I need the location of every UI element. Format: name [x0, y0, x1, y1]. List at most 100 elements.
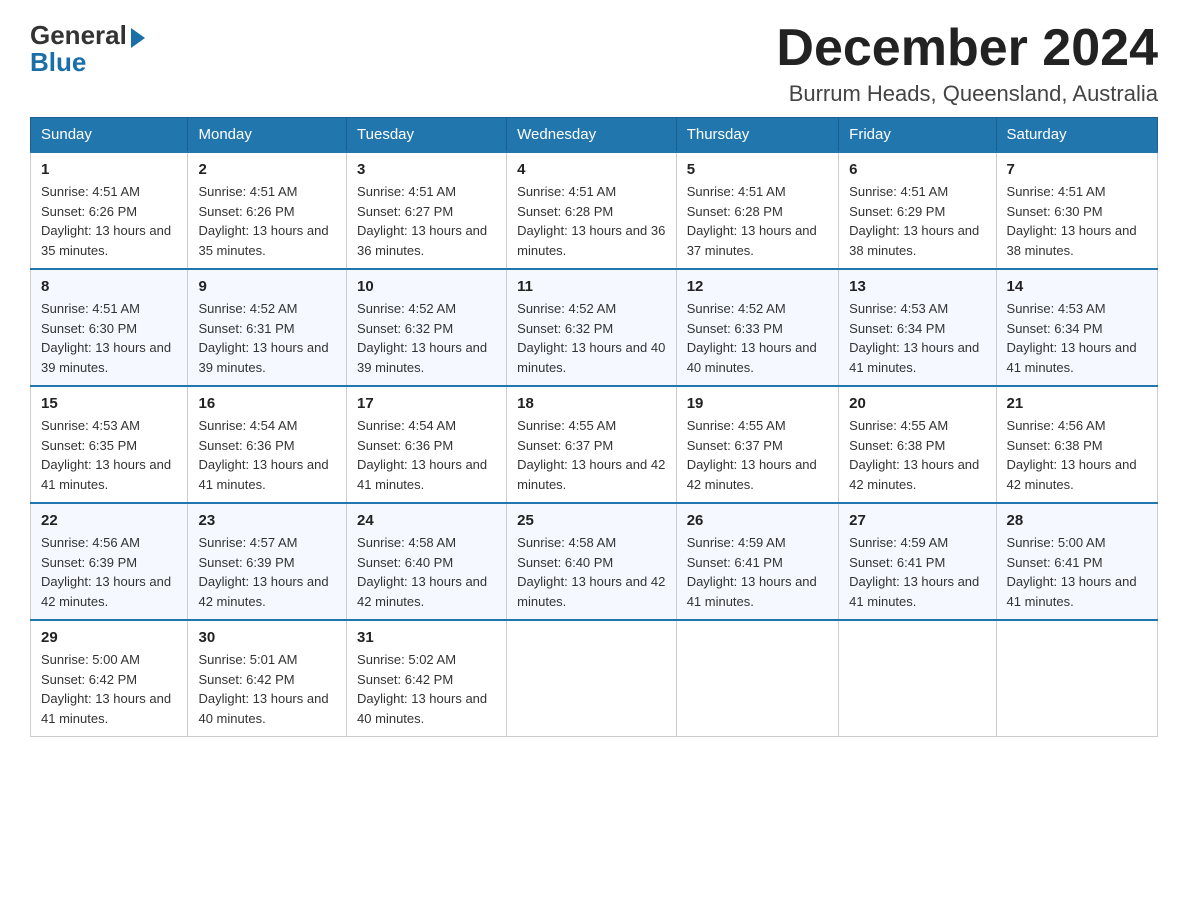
calendar-cell: 7 Sunrise: 4:51 AMSunset: 6:30 PMDayligh…: [996, 152, 1157, 269]
day-number: 2: [198, 161, 336, 178]
header-thursday: Thursday: [676, 118, 838, 153]
day-number: 29: [41, 629, 177, 646]
calendar-cell: 12 Sunrise: 4:52 AMSunset: 6:33 PMDaylig…: [676, 269, 838, 386]
calendar-cell: 9 Sunrise: 4:52 AMSunset: 6:31 PMDayligh…: [188, 269, 347, 386]
day-info: Sunrise: 4:51 AMSunset: 6:30 PMDaylight:…: [1007, 182, 1147, 260]
day-number: 17: [357, 395, 496, 412]
day-number: 16: [198, 395, 336, 412]
header-tuesday: Tuesday: [347, 118, 507, 153]
day-info: Sunrise: 4:58 AMSunset: 6:40 PMDaylight:…: [357, 533, 496, 611]
calendar-cell: 21 Sunrise: 4:56 AMSunset: 6:38 PMDaylig…: [996, 386, 1157, 503]
day-info: Sunrise: 4:57 AMSunset: 6:39 PMDaylight:…: [198, 533, 336, 611]
calendar-cell: 1 Sunrise: 4:51 AMSunset: 6:26 PMDayligh…: [31, 152, 188, 269]
day-number: 14: [1007, 278, 1147, 295]
day-number: 15: [41, 395, 177, 412]
day-number: 13: [849, 278, 985, 295]
header-friday: Friday: [839, 118, 996, 153]
calendar-cell: 10 Sunrise: 4:52 AMSunset: 6:32 PMDaylig…: [347, 269, 507, 386]
day-number: 28: [1007, 512, 1147, 529]
calendar-cell: 17 Sunrise: 4:54 AMSunset: 6:36 PMDaylig…: [347, 386, 507, 503]
calendar-cell: 19 Sunrise: 4:55 AMSunset: 6:37 PMDaylig…: [676, 386, 838, 503]
day-number: 8: [41, 278, 177, 295]
day-number: 23: [198, 512, 336, 529]
calendar-cell: 27 Sunrise: 4:59 AMSunset: 6:41 PMDaylig…: [839, 503, 996, 620]
calendar-cell: 28 Sunrise: 5:00 AMSunset: 6:41 PMDaylig…: [996, 503, 1157, 620]
day-number: 3: [357, 161, 496, 178]
calendar-table: Sunday Monday Tuesday Wednesday Thursday…: [30, 117, 1158, 737]
day-number: 5: [687, 161, 828, 178]
calendar-cell: 23 Sunrise: 4:57 AMSunset: 6:39 PMDaylig…: [188, 503, 347, 620]
calendar-subtitle: Burrum Heads, Queensland, Australia: [776, 81, 1158, 107]
day-info: Sunrise: 4:59 AMSunset: 6:41 PMDaylight:…: [849, 533, 985, 611]
day-info: Sunrise: 5:02 AMSunset: 6:42 PMDaylight:…: [357, 650, 496, 728]
calendar-week-row: 22 Sunrise: 4:56 AMSunset: 6:39 PMDaylig…: [31, 503, 1158, 620]
calendar-week-row: 1 Sunrise: 4:51 AMSunset: 6:26 PMDayligh…: [31, 152, 1158, 269]
day-info: Sunrise: 4:54 AMSunset: 6:36 PMDaylight:…: [198, 416, 336, 494]
logo-arrow-icon: [131, 28, 145, 48]
day-number: 20: [849, 395, 985, 412]
day-number: 10: [357, 278, 496, 295]
day-number: 11: [517, 278, 666, 295]
day-info: Sunrise: 4:52 AMSunset: 6:33 PMDaylight:…: [687, 299, 828, 377]
calendar-cell: 24 Sunrise: 4:58 AMSunset: 6:40 PMDaylig…: [347, 503, 507, 620]
calendar-title: December 2024: [776, 20, 1158, 77]
calendar-cell: 13 Sunrise: 4:53 AMSunset: 6:34 PMDaylig…: [839, 269, 996, 386]
calendar-cell: [676, 620, 838, 737]
calendar-cell: [996, 620, 1157, 737]
calendar-week-row: 29 Sunrise: 5:00 AMSunset: 6:42 PMDaylig…: [31, 620, 1158, 737]
day-number: 21: [1007, 395, 1147, 412]
header-wednesday: Wednesday: [507, 118, 677, 153]
day-number: 12: [687, 278, 828, 295]
day-number: 7: [1007, 161, 1147, 178]
day-info: Sunrise: 4:56 AMSunset: 6:38 PMDaylight:…: [1007, 416, 1147, 494]
day-info: Sunrise: 4:51 AMSunset: 6:28 PMDaylight:…: [517, 182, 666, 260]
day-info: Sunrise: 4:55 AMSunset: 6:37 PMDaylight:…: [517, 416, 666, 494]
calendar-cell: 5 Sunrise: 4:51 AMSunset: 6:28 PMDayligh…: [676, 152, 838, 269]
calendar-cell: 20 Sunrise: 4:55 AMSunset: 6:38 PMDaylig…: [839, 386, 996, 503]
calendar-cell: 22 Sunrise: 4:56 AMSunset: 6:39 PMDaylig…: [31, 503, 188, 620]
title-block: December 2024 Burrum Heads, Queensland, …: [776, 20, 1158, 107]
calendar-cell: 18 Sunrise: 4:55 AMSunset: 6:37 PMDaylig…: [507, 386, 677, 503]
calendar-cell: 29 Sunrise: 5:00 AMSunset: 6:42 PMDaylig…: [31, 620, 188, 737]
day-info: Sunrise: 4:51 AMSunset: 6:29 PMDaylight:…: [849, 182, 985, 260]
calendar-cell: 31 Sunrise: 5:02 AMSunset: 6:42 PMDaylig…: [347, 620, 507, 737]
day-info: Sunrise: 4:52 AMSunset: 6:32 PMDaylight:…: [357, 299, 496, 377]
day-info: Sunrise: 5:00 AMSunset: 6:41 PMDaylight:…: [1007, 533, 1147, 611]
calendar-week-row: 8 Sunrise: 4:51 AMSunset: 6:30 PMDayligh…: [31, 269, 1158, 386]
day-number: 18: [517, 395, 666, 412]
day-info: Sunrise: 4:55 AMSunset: 6:38 PMDaylight:…: [849, 416, 985, 494]
day-info: Sunrise: 4:55 AMSunset: 6:37 PMDaylight:…: [687, 416, 828, 494]
day-number: 9: [198, 278, 336, 295]
day-info: Sunrise: 4:53 AMSunset: 6:34 PMDaylight:…: [1007, 299, 1147, 377]
header-monday: Monday: [188, 118, 347, 153]
calendar-cell: 30 Sunrise: 5:01 AMSunset: 6:42 PMDaylig…: [188, 620, 347, 737]
day-info: Sunrise: 5:01 AMSunset: 6:42 PMDaylight:…: [198, 650, 336, 728]
day-number: 22: [41, 512, 177, 529]
day-info: Sunrise: 4:56 AMSunset: 6:39 PMDaylight:…: [41, 533, 177, 611]
day-info: Sunrise: 4:53 AMSunset: 6:34 PMDaylight:…: [849, 299, 985, 377]
day-info: Sunrise: 4:51 AMSunset: 6:28 PMDaylight:…: [687, 182, 828, 260]
logo: General Blue: [30, 20, 145, 78]
day-number: 27: [849, 512, 985, 529]
day-number: 19: [687, 395, 828, 412]
calendar-cell: [839, 620, 996, 737]
day-number: 6: [849, 161, 985, 178]
calendar-cell: 15 Sunrise: 4:53 AMSunset: 6:35 PMDaylig…: [31, 386, 188, 503]
calendar-cell: 11 Sunrise: 4:52 AMSunset: 6:32 PMDaylig…: [507, 269, 677, 386]
day-info: Sunrise: 4:52 AMSunset: 6:31 PMDaylight:…: [198, 299, 336, 377]
calendar-cell: 26 Sunrise: 4:59 AMSunset: 6:41 PMDaylig…: [676, 503, 838, 620]
day-info: Sunrise: 4:53 AMSunset: 6:35 PMDaylight:…: [41, 416, 177, 494]
day-number: 26: [687, 512, 828, 529]
day-number: 1: [41, 161, 177, 178]
day-number: 24: [357, 512, 496, 529]
logo-blue-text: Blue: [30, 47, 86, 78]
day-info: Sunrise: 4:51 AMSunset: 6:30 PMDaylight:…: [41, 299, 177, 377]
day-number: 25: [517, 512, 666, 529]
calendar-cell: 4 Sunrise: 4:51 AMSunset: 6:28 PMDayligh…: [507, 152, 677, 269]
page-header: General Blue December 2024 Burrum Heads,…: [30, 20, 1158, 107]
calendar-cell: 3 Sunrise: 4:51 AMSunset: 6:27 PMDayligh…: [347, 152, 507, 269]
calendar-cell: 16 Sunrise: 4:54 AMSunset: 6:36 PMDaylig…: [188, 386, 347, 503]
day-number: 31: [357, 629, 496, 646]
calendar-week-row: 15 Sunrise: 4:53 AMSunset: 6:35 PMDaylig…: [31, 386, 1158, 503]
day-info: Sunrise: 4:52 AMSunset: 6:32 PMDaylight:…: [517, 299, 666, 377]
